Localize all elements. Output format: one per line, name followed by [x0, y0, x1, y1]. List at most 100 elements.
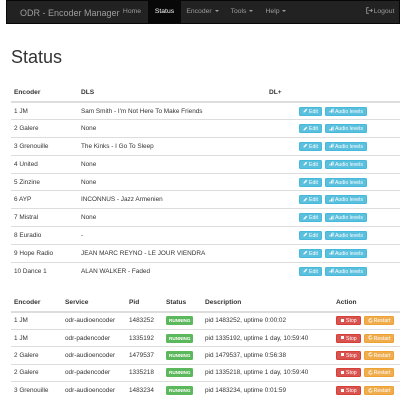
stats-icon — [329, 126, 334, 131]
stop-button[interactable]: Stop — [336, 350, 361, 360]
logout-icon — [365, 7, 373, 14]
nav-encoder-dropdown[interactable]: Encoder — [181, 1, 224, 23]
nav-home[interactable]: Home — [117, 1, 147, 23]
services-table-body: 1 JM odr-audioencoder 1483252 RUNNING pid 14… — [11, 311, 400, 399]
table-row: 8 Euradio - Edit Audio levels — [11, 226, 400, 245]
pencil-icon — [303, 144, 308, 148]
description-text: pid 1483252, uptime 0:00:02 — [202, 311, 333, 330]
row-actions: Edit Audio levels — [296, 261, 400, 280]
restart-button[interactable]: Restart — [363, 368, 395, 378]
edit-label: Edit — [309, 197, 318, 204]
service-name: odr-audioencoder — [62, 381, 126, 399]
status-cell: RUNNING — [163, 381, 202, 399]
table-row: 2 Galere odr-padencoder 1335218 RUNNING pid … — [11, 363, 400, 382]
restart-button[interactable]: Restart — [363, 316, 395, 326]
restart-button[interactable]: Restart — [363, 333, 395, 343]
col-header-service: Service — [62, 294, 126, 313]
col-header-actions — [296, 84, 400, 103]
audio-levels-button[interactable]: Audio levels — [324, 213, 367, 223]
restart-label: Restart — [373, 370, 391, 377]
service-name: odr-padencoder — [62, 363, 126, 382]
pid-value: 1335192 — [126, 328, 163, 347]
restart-button[interactable]: Restart — [363, 386, 395, 395]
service-name: odr-padencoder — [62, 328, 126, 347]
edit-button[interactable]: Edit — [299, 213, 322, 223]
audio-levels-label: Audio levels — [334, 179, 363, 186]
audio-levels-button[interactable]: Audio levels — [324, 195, 367, 205]
status-cell: RUNNING — [163, 328, 202, 347]
edit-label: Edit — [309, 179, 318, 186]
col-header-encoder: Encoder — [11, 84, 78, 103]
edit-button[interactable]: Edit — [299, 248, 322, 258]
audio-levels-label: Audio levels — [334, 126, 363, 133]
pid-value: 1483252 — [126, 311, 163, 330]
stop-button[interactable]: Stop — [336, 368, 361, 378]
encoder-name: 1 JM — [11, 328, 62, 347]
nav-tools-dropdown[interactable]: Tools — [226, 1, 258, 23]
row-actions: Edit Audio levels — [296, 137, 400, 156]
table-row: 3 Grenouille odr-audioencoder 1483234 RUNNI… — [11, 381, 400, 399]
navbar-brand[interactable]: ODR - Encoder Manager — [20, 8, 120, 18]
nav-help-dropdown[interactable]: Help — [261, 1, 291, 23]
restart-label: Restart — [373, 318, 391, 325]
audio-levels-button[interactable]: Audio levels — [324, 266, 367, 276]
edit-button[interactable]: Edit — [299, 106, 322, 116]
stats-icon — [329, 250, 334, 255]
audio-levels-button[interactable]: Audio levels — [324, 159, 367, 169]
status-cell: RUNNING — [163, 346, 202, 365]
encoder-name: 1 JM — [11, 101, 78, 120]
stop-button[interactable]: Stop — [336, 386, 361, 395]
table-row: 4 United None Edit Audio levels — [11, 154, 400, 174]
stats-icon — [329, 161, 334, 166]
table-row: 1 JM odr-padencoder 1335192 RUNNING pid 1335… — [11, 328, 400, 347]
encoder-name: 2 Galere — [11, 119, 78, 138]
stop-label: Stop — [346, 388, 357, 394]
edit-button[interactable]: Edit — [299, 195, 322, 205]
edit-button[interactable]: Edit — [299, 266, 322, 276]
services-table-header: Encoder Service Pid Status Description A… — [11, 294, 400, 313]
refresh-icon — [368, 369, 373, 375]
stop-icon — [341, 370, 344, 374]
stop-button[interactable]: Stop — [336, 333, 361, 343]
audio-levels-button[interactable]: Audio levels — [324, 106, 367, 116]
audio-levels-button[interactable]: Audio levels — [324, 124, 367, 134]
nav-status[interactable]: Status — [148, 1, 181, 23]
col-header-status: Status — [163, 294, 202, 313]
dls-text: None — [78, 119, 266, 138]
audio-levels-button[interactable]: Audio levels — [324, 248, 367, 258]
edit-button[interactable]: Edit — [299, 159, 322, 169]
stats-icon — [329, 197, 334, 202]
edit-button[interactable]: Edit — [299, 177, 322, 187]
edit-button[interactable]: Edit — [299, 124, 322, 134]
dlplus-text — [266, 172, 296, 191]
restart-button[interactable]: Restart — [363, 350, 395, 360]
stop-button[interactable]: Stop — [336, 316, 361, 326]
audio-levels-label: Audio levels — [334, 143, 363, 150]
stop-label: Stop — [346, 370, 357, 377]
edit-button[interactable]: Edit — [299, 141, 322, 151]
audio-levels-label: Audio levels — [334, 108, 363, 115]
refresh-icon — [368, 335, 373, 340]
audio-levels-label: Audio levels — [334, 197, 363, 204]
dlplus-text — [266, 137, 296, 156]
description-text: pid 1335192, uptime 1 day, 10:59:40 — [202, 328, 333, 347]
encoder-name: 3 Grenouille — [11, 381, 62, 399]
edit-label: Edit — [309, 232, 318, 239]
dlplus-text — [266, 243, 296, 263]
encoder-name: 1 JM — [11, 311, 62, 330]
page-title: Status — [11, 47, 63, 67]
encoder-name: 8 Euradio — [11, 226, 78, 245]
dls-text: JEAN MARC REYNO - LE JOUR VIENDRA — [78, 243, 266, 263]
encoders-table-body: 1 JM Sam Smith - I'm Not Here To Make Fri… — [11, 101, 400, 280]
logout-link[interactable]: Logout — [363, 1, 397, 23]
audio-levels-button[interactable]: Audio levels — [324, 141, 367, 151]
col-header-action: Action — [333, 294, 400, 313]
dlplus-text — [266, 261, 296, 280]
pencil-icon — [303, 233, 308, 237]
audio-levels-button[interactable]: Audio levels — [324, 230, 367, 240]
edit-button[interactable]: Edit — [299, 230, 322, 240]
services-table: Encoder Service Pid Status Description A… — [11, 294, 400, 399]
encoder-name: 4 United — [11, 154, 78, 174]
audio-levels-label: Audio levels — [334, 215, 363, 222]
audio-levels-button[interactable]: Audio levels — [324, 177, 367, 187]
